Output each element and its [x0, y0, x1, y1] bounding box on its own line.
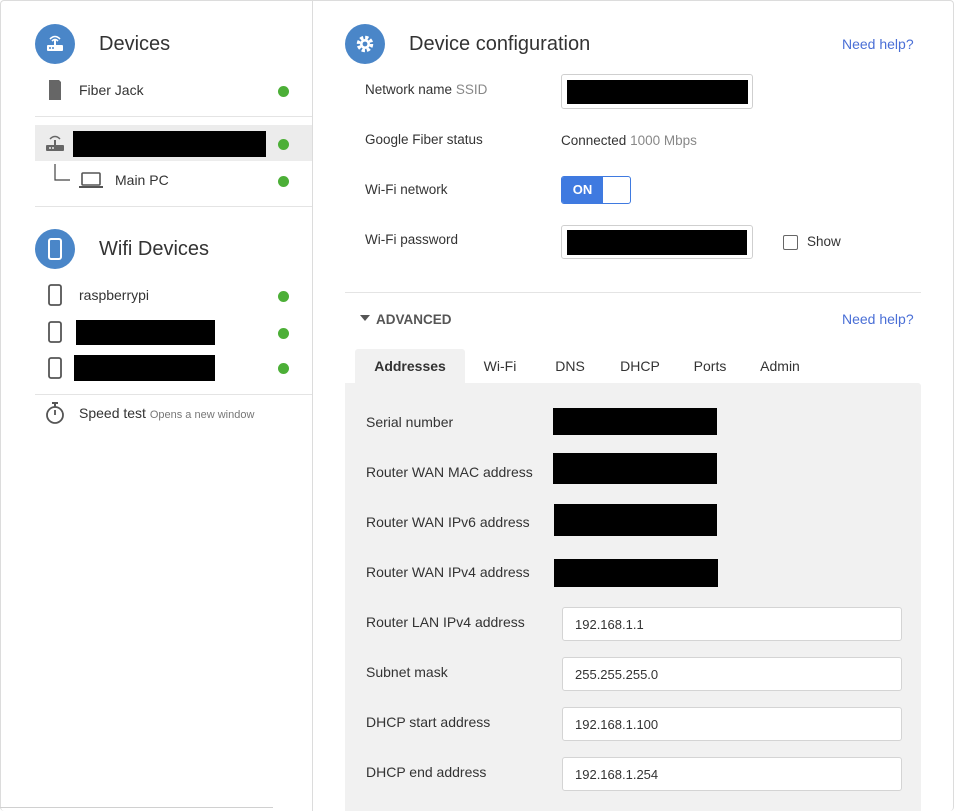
phone-small-icon [48, 284, 62, 306]
wan-ipv4-label: Router WAN IPv4 address [366, 564, 530, 580]
wifi-network-label: Wi-Fi network [365, 182, 448, 197]
show-password-label[interactable]: Show [807, 234, 841, 249]
dhcp-end-label: DHCP end address [366, 764, 487, 780]
stopwatch-icon [46, 402, 64, 424]
wifi-device-row[interactable] [35, 351, 312, 385]
status-dot [278, 139, 289, 150]
laptop-icon [79, 172, 103, 188]
serial-number-label: Serial number [366, 414, 454, 430]
advanced-need-help-link[interactable]: Need help? [842, 311, 914, 327]
wifi-device-row[interactable]: raspberrypi [35, 279, 312, 313]
divider [345, 292, 921, 293]
fiber-jack-label: Fiber Jack [79, 82, 144, 98]
phone-icon [35, 229, 75, 269]
wan-ipv6-redacted [554, 504, 717, 536]
wifi-device-label: raspberrypi [79, 287, 150, 303]
device-row-fiber-jack[interactable]: Fiber Jack [35, 74, 312, 108]
devices-sidebar: Devices Fiber Jack Main PC Wifi Devices … [0, 0, 313, 811]
speed-test-text: Speed test [79, 405, 146, 421]
status-dot [278, 86, 289, 97]
wifi-device-name-redacted [76, 320, 215, 345]
advanced-toggle[interactable]: ADVANCED [360, 312, 452, 327]
wifi-password-label: Wi-Fi password [365, 232, 459, 247]
status-dot [278, 291, 289, 302]
tree-connector [54, 164, 70, 181]
fiber-status-value: Connected 1000 Mbps [561, 133, 697, 148]
lan-ipv4-input[interactable]: 192.168.1.1 [562, 607, 902, 641]
caret-down-icon [360, 315, 370, 322]
addresses-panel: Serial number Router WAN MAC address Rou… [345, 383, 921, 811]
divider [35, 206, 312, 207]
ssid-input[interactable] [561, 74, 753, 109]
wan-ipv4-redacted [554, 559, 718, 587]
tab-addresses[interactable]: Addresses [355, 349, 465, 383]
device-row-main-pc[interactable]: Main PC [35, 164, 312, 198]
phone-small-icon [48, 357, 62, 379]
fiber-connected: Connected [561, 133, 627, 148]
fiber-jack-icon [49, 80, 61, 100]
speed-test-note: Opens a new window [149, 409, 255, 421]
status-dot [278, 176, 289, 187]
tab-dns[interactable]: DNS [545, 349, 595, 383]
tab-wifi[interactable]: Wi-Fi [473, 349, 527, 383]
wan-mac-label: Router WAN MAC address [366, 464, 533, 480]
ssid-label: Network name SSID [365, 82, 487, 97]
wifi-network-toggle[interactable]: ON [561, 176, 631, 204]
phone-small-icon [48, 321, 62, 343]
tab-dhcp[interactable]: DHCP [613, 349, 667, 383]
devices-title: Devices [99, 33, 171, 55]
dhcp-end-input[interactable]: 192.168.1.254 [562, 757, 902, 791]
serial-number-redacted [553, 408, 717, 435]
bottom-line [0, 807, 273, 808]
wifi-devices-title: Wifi Devices [99, 238, 210, 260]
divider [35, 116, 312, 117]
tab-admin[interactable]: Admin [753, 349, 807, 383]
device-row-router[interactable] [35, 125, 312, 161]
dhcp-start-input[interactable]: 192.168.1.100 [562, 707, 902, 741]
wan-ipv6-label: Router WAN IPv6 address [366, 514, 530, 530]
wifi-password-input[interactable] [561, 225, 753, 259]
subnet-mask-input[interactable]: 255.255.255.0 [562, 657, 902, 691]
ssid-label-text: Network name [365, 82, 453, 97]
need-help-link[interactable]: Need help? [842, 36, 914, 52]
tab-ports[interactable]: Ports [685, 349, 735, 383]
show-password-checkbox[interactable] [783, 235, 798, 250]
config-title: Device configuration [409, 33, 591, 55]
router-icon [35, 24, 75, 64]
wifi-password-redacted [567, 230, 747, 255]
router-name-redacted [73, 131, 266, 157]
status-dot [278, 363, 289, 374]
wifi-device-row[interactable] [35, 316, 312, 350]
config-panel: Device configuration Need help? Network … [313, 0, 954, 811]
dhcp-start-label: DHCP start address [366, 714, 491, 730]
router-small-icon [46, 135, 64, 151]
advanced-label: ADVANCED [376, 312, 452, 327]
ssid-redacted [567, 80, 748, 104]
divider [35, 394, 312, 395]
toggle-on-label: ON [562, 177, 603, 203]
lan-ipv4-label: Router LAN IPv4 address [366, 614, 525, 630]
main-pc-label: Main PC [115, 172, 169, 188]
ssid-suffix: SSID [455, 82, 488, 97]
fiber-speed: 1000 Mbps [630, 133, 697, 148]
wifi-device-name-redacted [74, 355, 215, 381]
gear-icon [345, 24, 385, 64]
fiber-status-label: Google Fiber status [365, 132, 483, 147]
subnet-mask-label: Subnet mask [366, 664, 448, 680]
speed-test-label: Speed test Opens a new window [79, 405, 254, 421]
speed-test-link[interactable]: Speed test Opens a new window [35, 398, 312, 432]
wan-mac-redacted [553, 453, 717, 484]
status-dot [278, 328, 289, 339]
